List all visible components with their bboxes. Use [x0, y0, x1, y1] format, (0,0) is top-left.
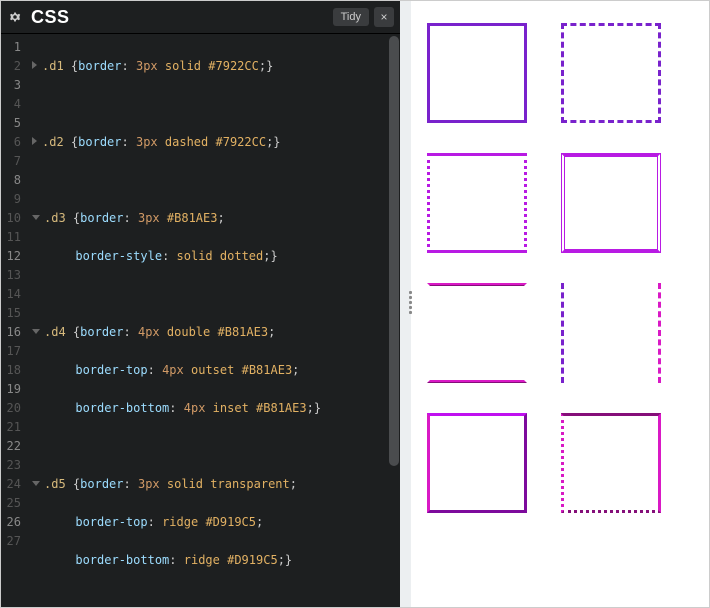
- scrollbar-track[interactable]: [388, 34, 400, 607]
- css-editor-pane: CSS Tidy × 12345678910111213141516171819…: [1, 1, 400, 607]
- preview-box-d6: [561, 283, 661, 383]
- preview-box-d5: [427, 283, 527, 383]
- pane-splitter[interactable]: [400, 1, 411, 607]
- preview-box-d2: [561, 23, 661, 123]
- scrollbar-thumb[interactable]: [389, 36, 399, 466]
- close-icon[interactable]: ×: [374, 7, 394, 27]
- fold-arrow-icon[interactable]: [32, 329, 40, 334]
- fold-arrow-icon[interactable]: [32, 481, 40, 486]
- editor-header: CSS Tidy ×: [1, 1, 400, 34]
- preview-box-d7: [427, 413, 527, 513]
- code-editor[interactable]: 1234567891011121314151617181920212223242…: [1, 34, 400, 607]
- tidy-button[interactable]: Tidy: [333, 8, 369, 26]
- fold-arrow-icon[interactable]: [32, 137, 37, 145]
- line-gutter: 1234567891011121314151617181920212223242…: [1, 34, 26, 607]
- ide-wrapper: CSS Tidy × 12345678910111213141516171819…: [0, 0, 710, 608]
- preview-box-d3: [427, 153, 527, 253]
- preview-box-d1: [427, 23, 527, 123]
- gear-icon[interactable]: [7, 9, 23, 25]
- preview-box-d8: [561, 413, 661, 513]
- preview-pane: [411, 1, 709, 607]
- grip-icon: [409, 291, 412, 319]
- fold-arrow-icon[interactable]: [32, 215, 40, 220]
- code-content[interactable]: .d1 {border: 3px solid #7922CC;} .d2 {bo…: [26, 34, 400, 607]
- panel-title: CSS: [31, 7, 333, 28]
- preview-box-d4: [561, 153, 661, 253]
- fold-arrow-icon[interactable]: [32, 61, 37, 69]
